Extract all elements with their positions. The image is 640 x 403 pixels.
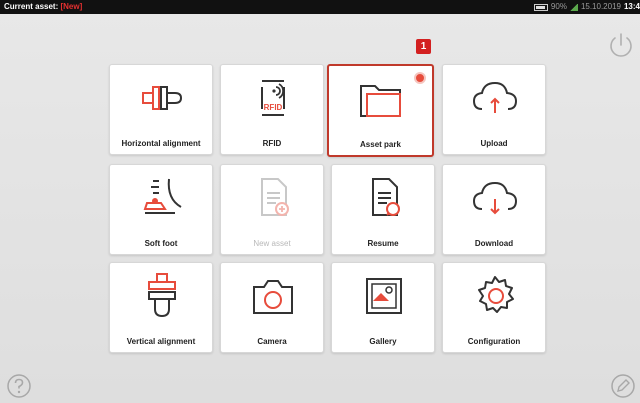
current-asset-label: Current asset: bbox=[4, 2, 59, 11]
cloud-upload-icon bbox=[472, 81, 518, 113]
help-button[interactable] bbox=[6, 373, 32, 399]
edit-button[interactable] bbox=[610, 373, 636, 399]
main-menu-grid: Horizontal alignment RFID RFID Asset par… bbox=[109, 64, 549, 354]
rfid-icon: RFID bbox=[261, 80, 285, 116]
callout-marker: 1 bbox=[416, 39, 431, 54]
power-icon bbox=[610, 33, 632, 57]
tile-vertical-alignment[interactable]: Vertical alignment bbox=[109, 262, 213, 353]
soft-foot-icon bbox=[143, 178, 182, 214]
tile-gallery[interactable]: Gallery bbox=[331, 262, 435, 353]
svg-text:RFID: RFID bbox=[264, 103, 283, 112]
current-asset-value: [New] bbox=[60, 2, 83, 11]
tile-upload[interactable]: Upload bbox=[442, 64, 546, 155]
folder-icon bbox=[360, 85, 401, 117]
help-icon bbox=[7, 374, 31, 398]
tile-rfid[interactable]: RFID RFID bbox=[220, 64, 324, 155]
system-status: 90% 15.10.2019 13:4 bbox=[533, 0, 640, 14]
tile-resume[interactable]: Resume bbox=[331, 164, 435, 255]
tile-download[interactable]: Download bbox=[442, 164, 546, 255]
battery-icon bbox=[533, 3, 548, 11]
clock-display: 13:4 bbox=[623, 2, 640, 11]
horizontal-alignment-icon bbox=[142, 86, 183, 110]
tile-asset-park[interactable]: Asset park bbox=[327, 64, 434, 157]
tile-label: Horizontal alignment bbox=[121, 139, 201, 148]
date-display: 15.10.2019 bbox=[580, 2, 621, 11]
cloud-download-icon bbox=[472, 181, 518, 215]
tile-horizontal-alignment[interactable]: Horizontal alignment bbox=[109, 64, 213, 155]
tile-label: Gallery bbox=[369, 337, 397, 346]
battery-level: 90% bbox=[550, 2, 567, 11]
tile-label: New asset bbox=[253, 239, 291, 248]
notification-badge bbox=[414, 72, 426, 84]
pencil-icon bbox=[611, 374, 635, 398]
power-button[interactable] bbox=[606, 30, 636, 60]
current-asset-indicator: Current asset: [New] bbox=[4, 0, 82, 14]
tile-label: Soft foot bbox=[144, 239, 178, 248]
gear-icon bbox=[478, 276, 514, 313]
tile-label: RFID bbox=[262, 139, 282, 148]
resume-icon bbox=[372, 178, 400, 216]
tile-camera[interactable]: Camera bbox=[220, 262, 324, 353]
tile-label: Upload bbox=[480, 139, 508, 148]
status-bar: Current asset: [New] 90% 15.10.2019 13:4 bbox=[0, 0, 640, 14]
tile-configuration[interactable]: Configuration bbox=[442, 262, 546, 353]
tile-label: Vertical alignment bbox=[126, 337, 196, 346]
tile-label: Configuration bbox=[467, 337, 521, 346]
tile-new-asset[interactable]: New asset bbox=[220, 164, 324, 255]
gallery-icon bbox=[366, 278, 402, 314]
signal-icon bbox=[569, 3, 578, 11]
tile-label: Resume bbox=[367, 239, 399, 248]
tile-label: Camera bbox=[257, 337, 287, 346]
camera-icon bbox=[253, 280, 293, 314]
tile-label: Download bbox=[474, 239, 514, 248]
tile-soft-foot[interactable]: Soft foot bbox=[109, 164, 213, 255]
new-asset-icon bbox=[261, 178, 289, 216]
tile-label: Asset park bbox=[360, 140, 401, 149]
vertical-alignment-icon bbox=[148, 273, 176, 318]
